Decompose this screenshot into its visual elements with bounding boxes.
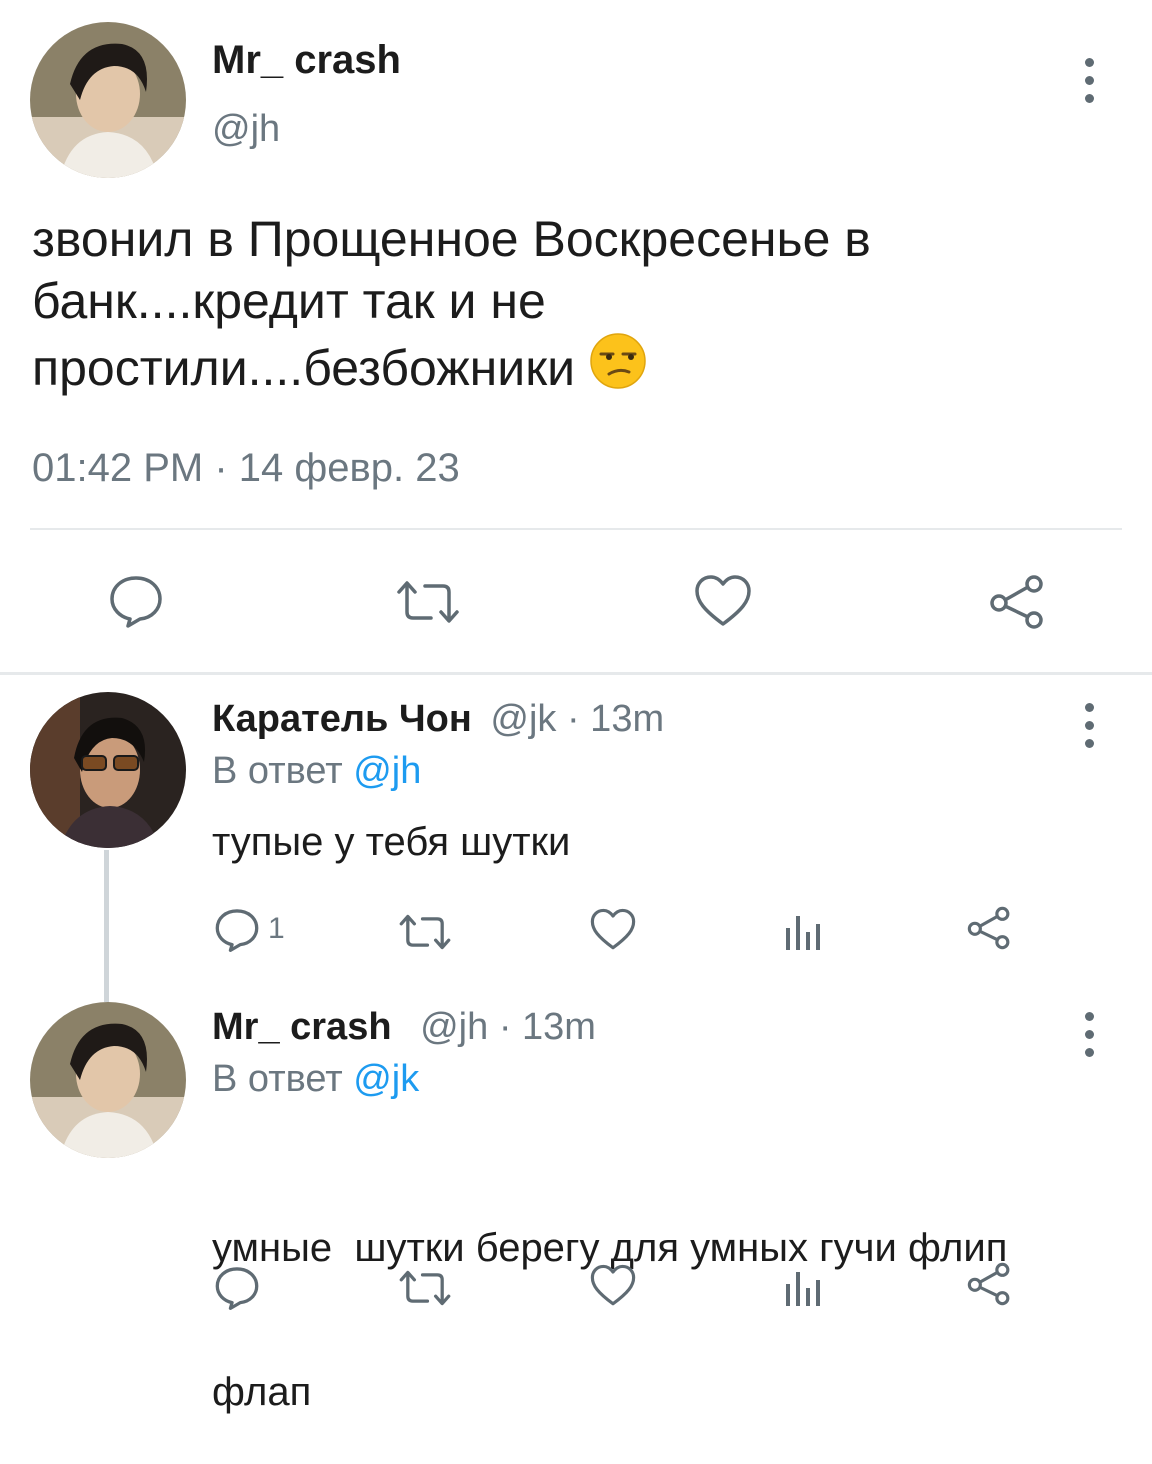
reply-icon[interactable] bbox=[214, 1264, 260, 1310]
unamused-face-emoji bbox=[589, 332, 647, 404]
section-divider bbox=[0, 672, 1152, 675]
avatar-karatel-chon[interactable] bbox=[30, 692, 186, 848]
avatar-mr-crash[interactable] bbox=[30, 22, 186, 178]
timestamp: · 13m bbox=[498, 1006, 596, 1048]
reply-header: Mr_ crash @jh · 13m bbox=[212, 1006, 596, 1049]
reply-icon[interactable] bbox=[108, 572, 164, 628]
display-name[interactable]: Mr_ crash bbox=[212, 1006, 392, 1048]
handle[interactable]: @jh bbox=[420, 1006, 488, 1048]
retweet-icon[interactable] bbox=[398, 1268, 452, 1308]
retweet-icon[interactable] bbox=[398, 912, 452, 952]
timestamp: 01:42 PM · 14 февр. 23 bbox=[32, 446, 460, 490]
share-icon[interactable] bbox=[988, 574, 1046, 630]
reply-text: тупые у тебя шутки bbox=[212, 820, 571, 864]
like-icon[interactable] bbox=[694, 574, 752, 628]
mention-link[interactable]: @jh bbox=[353, 750, 421, 792]
handle[interactable]: @jk bbox=[490, 698, 556, 740]
more-options-icon[interactable] bbox=[1077, 58, 1101, 103]
display-name[interactable]: Каратель Чон bbox=[212, 698, 472, 740]
divider bbox=[30, 528, 1122, 530]
reply-icon[interactable] bbox=[214, 906, 260, 952]
reply-text-line: флап bbox=[212, 1370, 312, 1414]
mention-link[interactable]: @jk bbox=[353, 1058, 419, 1100]
tweet-text: звонил в Прощенное Воскресенье в банк...… bbox=[32, 208, 1132, 404]
handle[interactable]: @jh bbox=[212, 108, 280, 151]
views-icon[interactable] bbox=[782, 1268, 822, 1308]
views-icon[interactable] bbox=[782, 912, 822, 952]
reply-action[interactable]: 1 bbox=[214, 906, 285, 952]
reply-count: 1 bbox=[268, 912, 285, 945]
tweet-text-line: банк....кредит так и не bbox=[32, 273, 546, 329]
display-name[interactable]: Mr_ crash bbox=[212, 38, 401, 83]
tweet-text-line: простили....безбожники bbox=[32, 332, 1132, 404]
like-icon[interactable] bbox=[590, 908, 636, 951]
retweet-icon[interactable] bbox=[395, 578, 461, 626]
tweet-text-segment: простили....безбожники bbox=[32, 340, 576, 396]
tweet-text-line: звонил в Прощенное Воскресенье в bbox=[32, 211, 871, 267]
avatar-mr-crash[interactable] bbox=[30, 1002, 186, 1158]
more-options-icon[interactable] bbox=[1077, 1012, 1101, 1057]
like-icon[interactable] bbox=[590, 1264, 636, 1307]
reply-context: В ответ @jk bbox=[212, 1058, 419, 1101]
more-options-icon[interactable] bbox=[1077, 703, 1101, 748]
reply-prefix: В ответ bbox=[212, 1058, 343, 1100]
share-icon[interactable] bbox=[966, 906, 1012, 950]
share-icon[interactable] bbox=[966, 1262, 1012, 1306]
reply-context: В ответ @jh bbox=[212, 750, 421, 793]
reply-header: Каратель Чон @jk · 13m bbox=[212, 698, 664, 741]
timestamp: · 13m bbox=[566, 698, 665, 740]
thread-line bbox=[104, 850, 109, 1002]
reply-prefix: В ответ bbox=[212, 750, 343, 792]
